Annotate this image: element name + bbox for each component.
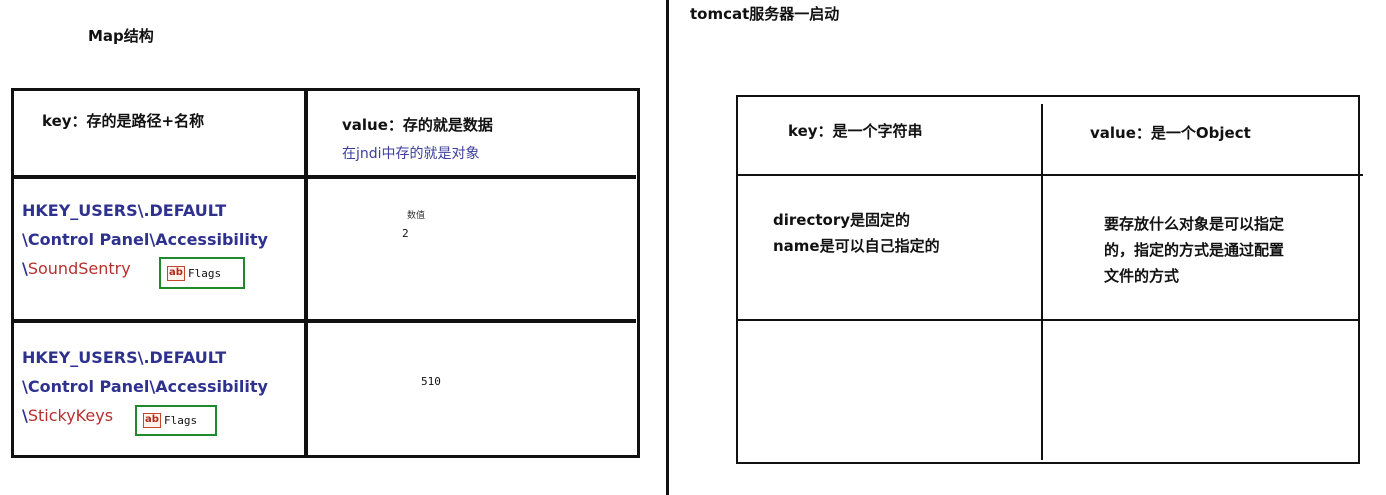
header-key: key：是一个字符串 <box>788 122 923 140</box>
value-data: 2 <box>402 227 409 240</box>
value-description: 要存放什么对象是可以指定 的，指定的方式是通过配置 文件的方式 <box>1104 211 1284 289</box>
value-line-3: 文件的方式 <box>1104 267 1180 285</box>
path-line-2: \Control Panel\Accessibility <box>22 230 268 249</box>
key-line-1: directory是固定的 <box>773 211 910 229</box>
left-title: Map结构 <box>88 27 154 45</box>
flags-entry: ab Flags <box>159 257 245 289</box>
string-value-icon: ab <box>143 413 161 428</box>
header-value: value：是一个Object <box>1090 124 1251 142</box>
header-key: key：存的是路径+名称 <box>42 112 205 130</box>
right-title: tomcat服务器一启动 <box>690 5 840 23</box>
value-line-1: 要存放什么对象是可以指定 <box>1104 215 1285 233</box>
table-row-divider <box>737 174 1363 176</box>
path-line-2: \Control Panel\Accessibility <box>22 377 268 396</box>
table-row-divider <box>11 175 636 179</box>
value-caption: 数值 <box>407 211 426 221</box>
flags-label: Flags <box>164 414 198 427</box>
header-value-sub: 在jndi中存的就是对象 <box>342 146 480 162</box>
string-value-icon: ab <box>167 265 185 281</box>
table-column-divider <box>304 88 308 458</box>
flags-entry: ab Flags <box>135 405 217 436</box>
header-value: value：存的就是数据 <box>342 116 493 134</box>
table-row-divider <box>737 319 1359 321</box>
table-row-divider <box>14 319 636 323</box>
value-line-2: 的，指定的方式是通过配置 <box>1104 241 1285 259</box>
key-description: directory是固定的 name是可以自己指定的 <box>773 207 940 259</box>
flags-label: Flags <box>188 266 222 280</box>
key-line-2: name是可以自己指定的 <box>773 237 940 255</box>
table-column-divider <box>1041 104 1043 460</box>
path-line-1: HKEY_USERS\.DEFAULT <box>22 348 227 367</box>
value-data: 510 <box>421 375 441 388</box>
center-divider <box>666 0 669 495</box>
path-line-1: HKEY_USERS\.DEFAULT <box>22 201 227 220</box>
